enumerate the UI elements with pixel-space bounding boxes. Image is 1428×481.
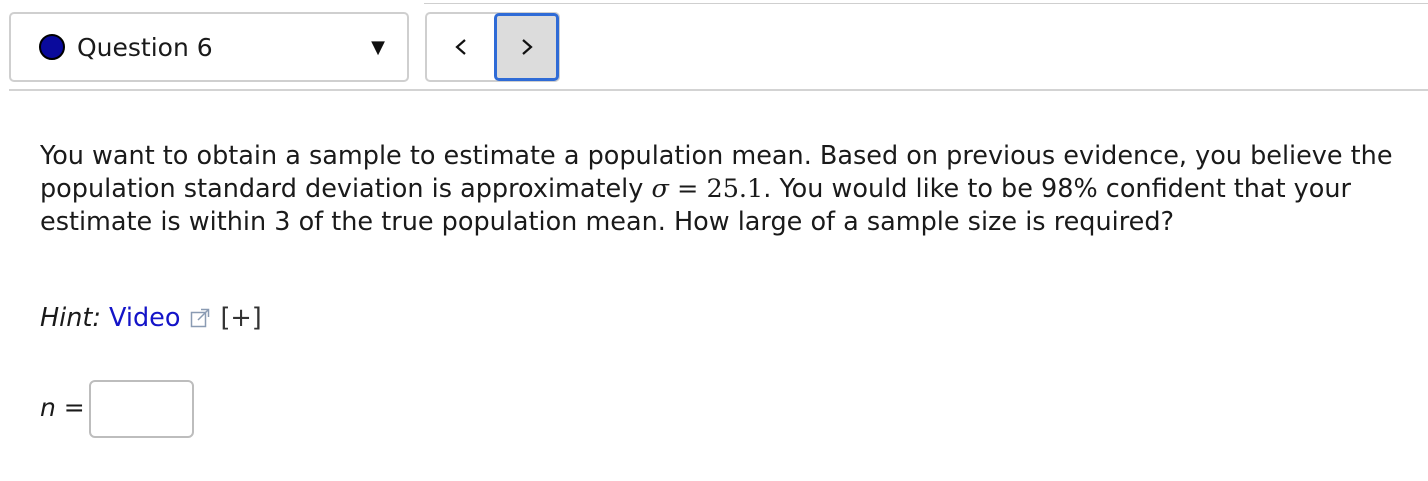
next-question-button[interactable]	[494, 13, 559, 81]
answer-variable: n	[40, 393, 56, 422]
question-selector[interactable]: Question 6 ▼	[9, 12, 409, 82]
answer-label: n =	[40, 393, 85, 423]
question-nav-group	[425, 12, 560, 82]
header-divider	[9, 89, 1428, 91]
question-selector-label: Question 6	[77, 32, 213, 62]
caret-down-icon: ▼	[371, 36, 385, 58]
external-link-icon[interactable]	[190, 308, 210, 328]
answer-input[interactable]	[89, 380, 194, 438]
status-dot-icon	[39, 34, 65, 60]
equals-sign: =	[668, 174, 707, 204]
sigma-value: 25.1	[706, 174, 764, 204]
hint-expand-toggle[interactable]: [+]	[220, 300, 261, 336]
chevron-right-icon	[521, 39, 533, 55]
hint-video-link[interactable]: Video	[109, 300, 180, 336]
question-text: You want to obtain a sample to estimate …	[40, 140, 1425, 239]
chevron-left-icon	[454, 39, 466, 55]
sigma-symbol: σ	[651, 174, 669, 204]
answer-equals: =	[55, 393, 85, 422]
top-divider	[424, 3, 1428, 4]
previous-question-button[interactable]	[427, 14, 494, 80]
hint-row: Hint: Video [+]	[40, 300, 262, 336]
hint-label: Hint:	[40, 303, 102, 333]
